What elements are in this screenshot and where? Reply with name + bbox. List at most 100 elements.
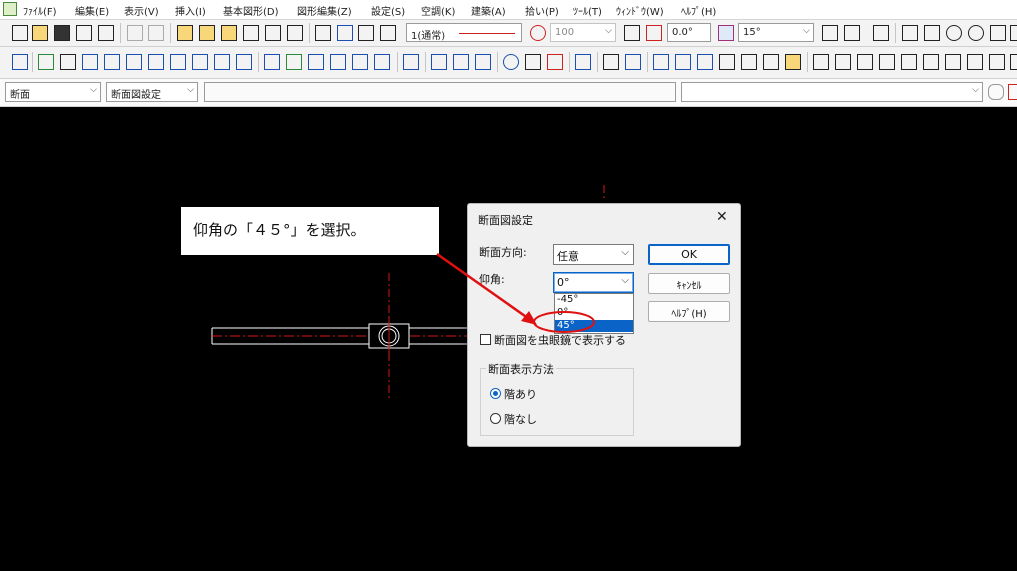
open-file-icon[interactable] [32, 25, 48, 41]
circle-tool-icon[interactable] [946, 25, 962, 41]
riser-icon[interactable] [403, 54, 419, 70]
layer-snap-icon[interactable] [337, 25, 353, 41]
label-xx-icon[interactable] [741, 54, 757, 70]
print-preview-icon[interactable] [76, 25, 92, 41]
duct-elbow-icon[interactable] [126, 54, 142, 70]
print-icon[interactable] [98, 25, 114, 41]
menu-shape-edit[interactable]: 図形編集(Z) [297, 3, 352, 18]
ok-button[interactable]: OK [648, 244, 730, 265]
radio-with-floor[interactable] [490, 388, 501, 399]
radio-without-floor[interactable] [490, 413, 501, 424]
pipe-branch-icon[interactable] [352, 54, 368, 70]
pipe-valve-icon[interactable] [286, 54, 302, 70]
fan-icon[interactable] [60, 54, 76, 70]
elevation-select[interactable]: 0° ⌵ [553, 272, 634, 293]
polyline-tool-icon[interactable] [924, 25, 940, 41]
symbol-icon[interactable] [221, 25, 237, 41]
parts-icon[interactable] [199, 25, 215, 41]
section-icon[interactable] [575, 54, 591, 70]
layer-change-icon[interactable] [358, 25, 374, 41]
label-size-icon[interactable] [675, 54, 691, 70]
label-xyz-icon[interactable] [719, 54, 735, 70]
mode-select[interactable]: 断面 ⌵ [5, 82, 101, 102]
arc-tool-icon[interactable] [968, 25, 984, 41]
menu-file[interactable]: ﾌｧｲﾙ(F) [23, 3, 57, 18]
menu-tools[interactable]: ﾂｰﾙ(T) [573, 3, 602, 18]
interference-icon[interactable] [547, 54, 563, 70]
rack-double-icon[interactable] [967, 54, 983, 70]
menu-architecture[interactable]: 建築(A) [471, 3, 506, 18]
snap-angle-select[interactable]: 15° ⌵ [738, 23, 814, 42]
duct-joint-icon[interactable] [104, 54, 120, 70]
label-equipment-icon[interactable] [785, 54, 801, 70]
radio-without-floor-label[interactable]: 階なし [504, 411, 537, 427]
redo-icon[interactable] [148, 25, 164, 41]
rack-triple-icon[interactable] [989, 54, 1005, 70]
zoom-fit-icon[interactable] [287, 25, 303, 41]
slope-icon[interactable] [431, 54, 447, 70]
duct-branch-icon[interactable] [170, 54, 186, 70]
diffuser-icon[interactable] [82, 54, 98, 70]
support-icon[interactable] [857, 54, 873, 70]
pipe-connect-icon[interactable] [374, 54, 390, 70]
menu-insert[interactable]: 挿入(I) [175, 3, 206, 18]
split-view-icon[interactable] [315, 25, 331, 41]
menu-help[interactable]: ﾍﾙﾌﾟ(H) [681, 3, 716, 18]
bracket-double-icon[interactable] [923, 54, 939, 70]
target-icon[interactable] [503, 54, 519, 70]
menu-window[interactable]: ｳｨﾝﾄﾞｳ(W) [616, 3, 664, 18]
label-height-icon[interactable] [697, 54, 713, 70]
frame-icon[interactable] [265, 25, 281, 41]
menu-hvac[interactable]: 空調(K) [421, 3, 455, 18]
elevation-option-0[interactable]: 0° [555, 307, 633, 319]
app-icon[interactable] [3, 2, 17, 16]
no-entry-icon[interactable] [530, 25, 546, 41]
undo-icon[interactable] [127, 25, 143, 41]
layer-list-icon[interactable] [380, 25, 396, 41]
pipe-elbow-icon[interactable] [308, 54, 324, 70]
new-file-icon[interactable] [12, 25, 28, 41]
menu-settings[interactable]: 設定(S) [371, 3, 405, 18]
duct-icon[interactable] [12, 54, 28, 70]
radio-with-floor-label[interactable]: 階あり [504, 386, 537, 402]
command-select[interactable]: 断面図設定 ⌵ [106, 82, 198, 102]
menu-view[interactable]: 表示(V) [124, 3, 159, 18]
duct-reducer-icon[interactable] [192, 54, 208, 70]
pipe-check-icon[interactable] [525, 54, 541, 70]
duct-cap-icon[interactable] [236, 54, 252, 70]
property-icon[interactable] [243, 25, 259, 41]
direction-select[interactable]: 任意 ⌵ [553, 244, 634, 265]
hanger-icon[interactable] [835, 54, 851, 70]
rack-more-icon[interactable] [1010, 54, 1017, 70]
elevation-option-45[interactable]: 45° [555, 320, 633, 332]
section-mark-icon[interactable] [813, 54, 829, 70]
microphone-icon[interactable] [988, 84, 1004, 100]
cancel-button[interactable]: ｷｬﾝｾﾙ [648, 273, 730, 294]
close-icon[interactable]: ✕ [716, 209, 728, 225]
rack-icon[interactable] [945, 54, 961, 70]
menu-basic-shapes[interactable]: 基本図形(D) [223, 3, 279, 18]
bracket-icon[interactable] [901, 54, 917, 70]
label-level-icon[interactable] [763, 54, 779, 70]
menu-edit[interactable]: 編集(E) [75, 3, 109, 18]
save-icon[interactable] [54, 25, 70, 41]
rectangle-tool-icon[interactable] [990, 25, 1006, 41]
more-tool-icon[interactable] [1010, 25, 1017, 41]
flow-icon[interactable] [475, 54, 491, 70]
magnifier-checkbox-label[interactable]: 断面図を虫眼鏡で表示する [494, 332, 626, 348]
line-tool-icon[interactable] [902, 25, 918, 41]
help-button[interactable]: ﾍﾙﾌﾟ(H) [648, 301, 730, 322]
angle-input[interactable]: 0.0° [667, 23, 711, 42]
rotate-icon[interactable] [624, 25, 640, 41]
line-weight-select[interactable]: 100 ⌵ [550, 23, 616, 42]
pipe-tee-icon[interactable] [330, 54, 346, 70]
secondary-select[interactable]: ⌵ [681, 82, 983, 102]
elevation-option-minus45[interactable]: -45° [555, 294, 633, 306]
angle-icon[interactable] [646, 25, 662, 41]
duct-offset-icon[interactable] [214, 54, 230, 70]
dimension-icon[interactable] [625, 54, 641, 70]
menu-takeoff[interactable]: 拾い(P) [525, 3, 559, 18]
insert-file-icon[interactable] [177, 25, 193, 41]
layer-select[interactable]: 1(通常) [406, 23, 522, 42]
command-input[interactable] [204, 82, 676, 102]
